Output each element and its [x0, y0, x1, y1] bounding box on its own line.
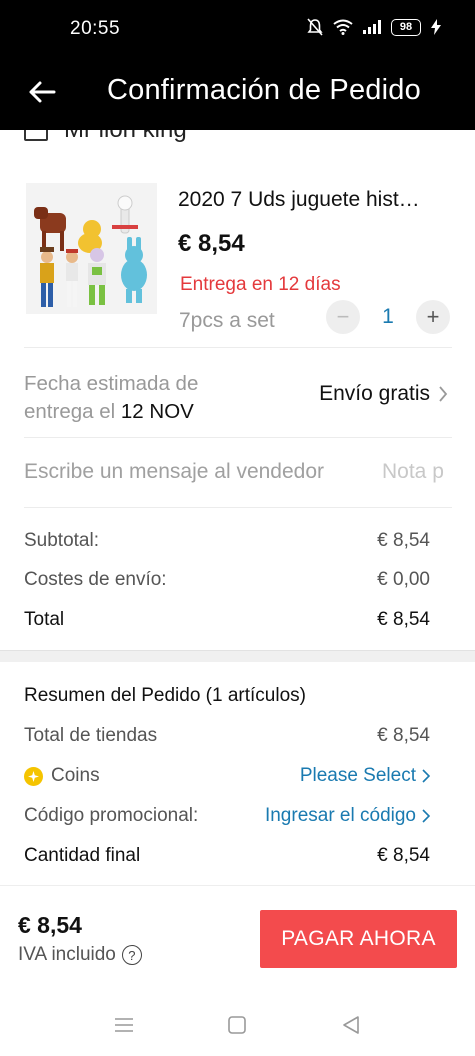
- home-square-icon: [228, 1016, 246, 1034]
- bell-muted-icon: [307, 18, 323, 36]
- signal-icon: [363, 20, 381, 34]
- charging-icon: [431, 19, 441, 35]
- coins-select-link[interactable]: Please Select: [300, 765, 430, 787]
- arrow-left-icon: [29, 81, 56, 103]
- shipping-option[interactable]: Envío gratis: [319, 382, 448, 406]
- checkout-bar: € 8,54 IVA incluido ? PAGAR AHORA: [0, 885, 475, 985]
- tax-note: IVA incluido ?: [18, 944, 142, 966]
- product-image[interactable]: [26, 183, 157, 314]
- seller-message-input[interactable]: Escribe un mensaje al vendedor Nota p: [24, 460, 475, 490]
- product-card: 2020 7 Uds juguete hist… € 8,54 Entrega …: [24, 178, 452, 348]
- delivery-estimate-row[interactable]: Fecha estimada de entrega el 12 NOV Enví…: [24, 370, 452, 426]
- store-name: Mr lion king: [64, 130, 187, 144]
- checkout-total: € 8,54: [18, 912, 82, 938]
- note-placeholder: Nota p: [382, 460, 444, 483]
- status-bar: 20:55 98: [0, 0, 475, 58]
- page-title: Confirmación de Pedido: [107, 74, 421, 106]
- status-icons: 98: [307, 18, 441, 36]
- menu-nav-button[interactable]: [109, 1010, 139, 1040]
- store-total-value: € 8,54: [377, 609, 430, 630]
- shipping-cost-row: Costes de envío: € 0,00: [24, 569, 430, 590]
- store-total-row: Total € 8,54: [24, 609, 430, 630]
- menu-icon: [115, 1018, 133, 1032]
- divider: [24, 507, 452, 508]
- chevron-right-icon: [422, 769, 430, 783]
- divider: [24, 347, 452, 348]
- wifi-icon: [333, 19, 353, 35]
- divider: [24, 437, 452, 438]
- chevron-right-icon: [439, 386, 448, 402]
- quantity-value[interactable]: 1: [360, 305, 416, 329]
- section-divider: [0, 650, 475, 662]
- product-variant: 7pcs a set: [179, 309, 275, 332]
- quantity-stepper: − 1 +: [326, 300, 450, 334]
- back-button[interactable]: [24, 74, 60, 110]
- status-time: 20:55: [70, 18, 121, 39]
- final-amount-row: Cantidad final € 8,54: [24, 845, 430, 866]
- delivery-estimate: Fecha estimada de entrega el 12 NOV: [24, 372, 199, 423]
- subtotal-value: € 8,54: [377, 530, 430, 551]
- back-triangle-icon: [343, 1016, 359, 1034]
- subtotal-row: Subtotal: € 8,54: [24, 530, 430, 551]
- increase-quantity-button[interactable]: +: [416, 300, 450, 334]
- coins-row[interactable]: Coins Please Select: [24, 763, 430, 789]
- back-nav-button[interactable]: [336, 1010, 366, 1040]
- chevron-right-icon: [422, 809, 430, 823]
- order-summary-title: Resumen del Pedido (1 artículos): [24, 685, 306, 706]
- shipping-cost-value: € 0,00: [377, 569, 430, 590]
- toy-figures-image: [26, 183, 157, 314]
- decrease-quantity-button[interactable]: −: [326, 300, 360, 334]
- system-nav-bar: [0, 1000, 475, 1056]
- delivery-date: 12 NOV: [120, 400, 194, 423]
- delivery-time: Entrega en 12 días: [180, 274, 341, 295]
- shipping-label: Envío gratis: [319, 382, 430, 405]
- stores-total-value: € 8,54: [377, 725, 430, 746]
- final-amount-value: € 8,54: [377, 845, 430, 866]
- promo-code-link[interactable]: Ingresar el código: [265, 805, 430, 827]
- stores-total-row: Total de tiendas € 8,54: [24, 725, 430, 746]
- promo-code-row[interactable]: Código promocional: Ingresar el código: [24, 803, 430, 829]
- message-placeholder: Escribe un mensaje al vendedor: [24, 460, 325, 483]
- store-icon: [24, 130, 48, 141]
- home-nav-button[interactable]: [222, 1010, 252, 1040]
- help-icon[interactable]: ?: [121, 945, 142, 965]
- app-bar: Confirmación de Pedido: [0, 58, 475, 130]
- product-price: € 8,54: [178, 230, 245, 257]
- pay-now-button[interactable]: PAGAR AHORA: [260, 910, 457, 968]
- store-header[interactable]: Mr lion king: [24, 130, 454, 148]
- battery-icon: 98: [391, 18, 421, 36]
- coin-icon: [24, 766, 43, 786]
- product-title[interactable]: 2020 7 Uds juguete hist…: [178, 188, 453, 212]
